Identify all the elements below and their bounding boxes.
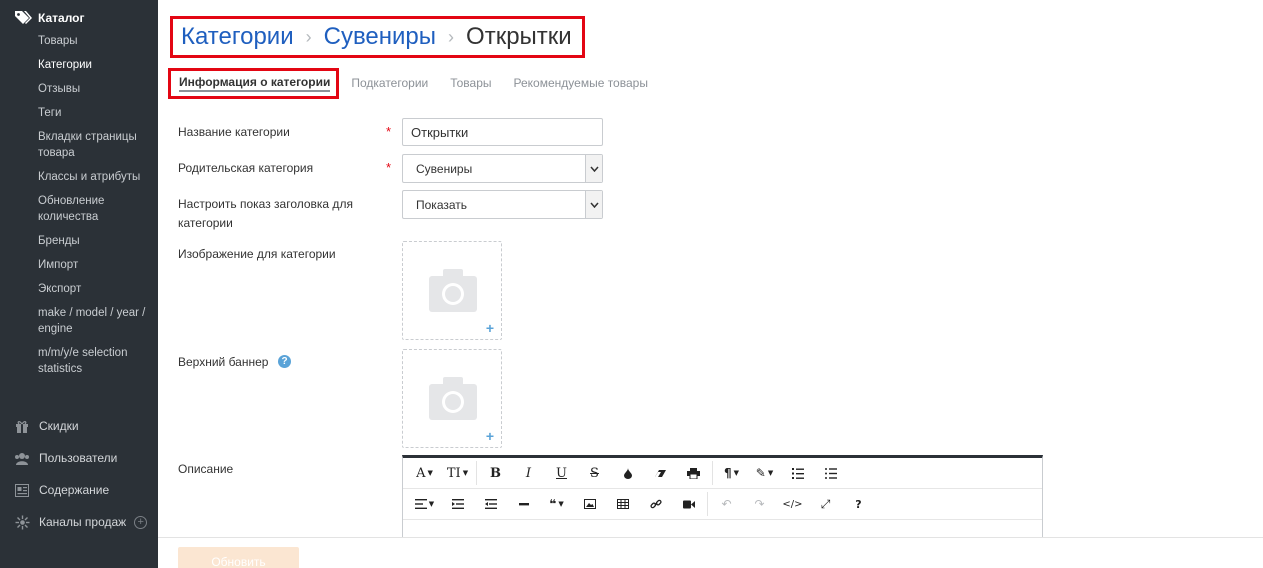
link-icon[interactable] <box>639 492 672 516</box>
font-size-icon[interactable]: TI ▼ <box>441 461 474 485</box>
channels-icon <box>14 515 30 529</box>
magic-wand-icon[interactable]: ✎ ▼ <box>748 461 781 485</box>
underline-icon[interactable]: U <box>545 461 578 485</box>
save-button[interactable]: Обновить <box>178 547 299 568</box>
print-icon[interactable] <box>677 461 710 485</box>
indent-icon[interactable] <box>474 492 507 516</box>
sidebar-item-sales-channels[interactable]: Каналы продаж + <box>14 506 158 538</box>
code-view-icon[interactable]: </> <box>776 492 809 516</box>
tab-featured-products[interactable]: Рекомендуемые товары <box>514 76 648 90</box>
tab-subcategories[interactable]: Подкатегории <box>351 76 428 90</box>
category-image-label: Изображение для категории <box>178 247 336 261</box>
parent-category-select[interactable]: Сувениры <box>402 154 603 183</box>
align-icon[interactable]: ▼ <box>408 492 441 516</box>
sidebar-item-reviews[interactable]: Отзывы <box>38 81 154 97</box>
help-icon[interactable]: ? <box>278 355 291 368</box>
sidebar-item-label: Каналы продаж <box>39 515 127 529</box>
sidebar-item-product-tabs[interactable]: Вкладки страницы товара <box>38 129 154 161</box>
sidebar-section-catalog[interactable]: Каталог <box>14 10 85 26</box>
tags-icon <box>15 11 32 24</box>
toolbar-divider <box>707 492 708 516</box>
table-icon[interactable] <box>606 492 639 516</box>
eraser-icon[interactable] <box>644 461 677 485</box>
camera-icon <box>429 377 477 420</box>
category-image-upload[interactable]: + <box>402 241 502 340</box>
outdent-icon[interactable] <box>441 492 474 516</box>
sidebar-item-products[interactable]: Товары <box>38 33 154 49</box>
description-label: Описание <box>178 462 234 476</box>
font-family-icon[interactable]: A ▼ <box>408 461 441 485</box>
fullscreen-icon[interactable]: ⤢ <box>809 492 842 516</box>
breadcrumb-categories[interactable]: Категории <box>181 23 294 51</box>
breadcrumb-separator: › <box>448 26 455 47</box>
sidebar-item-categories[interactable]: Категории <box>38 57 154 73</box>
sidebar-item-import[interactable]: Импорт <box>38 257 154 273</box>
sidebar-item-classes-attributes[interactable]: Классы и атрибуты <box>38 169 154 185</box>
sidebar-item-tags[interactable]: Теги <box>38 105 154 121</box>
sidebar-item-brands[interactable]: Бренды <box>38 233 154 249</box>
breadcrumb-separator: › <box>305 26 312 47</box>
required-mark: * <box>386 160 392 175</box>
top-banner-upload[interactable]: + <box>402 349 502 448</box>
top-banner-label: Верхний баннер <box>178 355 269 369</box>
ordered-list-icon[interactable] <box>781 461 814 485</box>
editor-toolbar-row-2: ▼ ❝ ▼ ↶ ↷ </> ⤢ ? <box>403 489 1042 520</box>
horizontal-rule-icon[interactable] <box>507 492 540 516</box>
unordered-list-icon[interactable] <box>814 461 847 485</box>
sidebar: Каталог Товары Категории Отзывы Теги Вкл… <box>0 0 158 568</box>
undo-icon[interactable]: ↶ <box>710 492 743 516</box>
text-color-icon[interactable] <box>611 461 644 485</box>
breadcrumb-souvenirs[interactable]: Сувениры <box>324 23 436 51</box>
add-image-icon: + <box>485 428 494 444</box>
italic-icon[interactable]: I <box>512 461 545 485</box>
image-icon[interactable] <box>573 492 606 516</box>
users-icon <box>14 451 30 465</box>
category-name-input[interactable]: Открытки <box>402 118 603 146</box>
sidebar-item-quantity-update[interactable]: Обновление количества <box>38 193 154 225</box>
title-display-select[interactable]: Показать <box>402 190 603 219</box>
title-display-label: Настроить показ заголовка для категории <box>178 197 353 230</box>
quote-icon[interactable]: ❝ ▼ <box>540 492 573 516</box>
category-name-label: Название категории <box>178 125 290 139</box>
add-image-icon: + <box>485 320 494 336</box>
breadcrumb: Категории › Сувениры › Открытки <box>170 16 585 58</box>
camera-icon <box>429 269 477 312</box>
redo-icon[interactable]: ↷ <box>743 492 776 516</box>
parent-category-value: Сувениры <box>416 161 473 176</box>
tab-bar: Информация о категории Подкатегории Това… <box>168 66 670 100</box>
sidebar-item-mmye-statistics[interactable]: m/m/y/e selection statistics <box>38 345 154 377</box>
add-sales-channel-button[interactable]: + <box>134 515 148 529</box>
toolbar-divider <box>476 461 477 485</box>
required-mark: * <box>386 124 392 139</box>
chevron-down-icon <box>585 155 602 182</box>
strikethrough-icon[interactable]: S <box>578 461 611 485</box>
sidebar-item-discounts[interactable]: Скидки <box>14 410 158 442</box>
sidebar-item-content[interactable]: Содержание <box>14 474 158 506</box>
form-footer: Обновить <box>158 537 1263 568</box>
video-icon[interactable] <box>672 492 705 516</box>
bold-icon[interactable]: B <box>479 461 512 485</box>
description-editor[interactable]: A ▼ TI ▼ B I U S ¶ ▼ ✎ ▼ ▼ ❝ ▼ ↶ ↷ </> ⤢… <box>402 455 1043 545</box>
help-editor-icon[interactable]: ? <box>842 492 875 516</box>
parent-category-label: Родительская категория <box>178 161 314 175</box>
sidebar-item-label: Содержание <box>39 483 110 497</box>
toolbar-divider <box>712 461 713 485</box>
chevron-down-icon <box>585 191 602 218</box>
sidebar-item-label: Пользователи <box>39 451 118 465</box>
tab-products[interactable]: Товары <box>450 76 491 90</box>
paragraph-icon[interactable]: ¶ ▼ <box>715 461 748 485</box>
sidebar-item-export[interactable]: Экспорт <box>38 281 154 297</box>
page-title: Открытки <box>466 23 572 50</box>
sidebar-item-mmye[interactable]: make / model / year / engine <box>38 305 154 337</box>
sidebar-section-title: Каталог <box>38 11 85 25</box>
sidebar-item-users[interactable]: Пользователи <box>14 442 158 474</box>
tab-category-info[interactable]: Информация о категории <box>168 67 340 99</box>
content-icon <box>14 483 30 497</box>
gift-icon <box>14 419 30 433</box>
title-display-value: Показать <box>416 197 468 212</box>
editor-toolbar-row-1: A ▼ TI ▼ B I U S ¶ ▼ ✎ ▼ <box>403 458 1042 489</box>
sidebar-item-label: Скидки <box>39 419 79 433</box>
